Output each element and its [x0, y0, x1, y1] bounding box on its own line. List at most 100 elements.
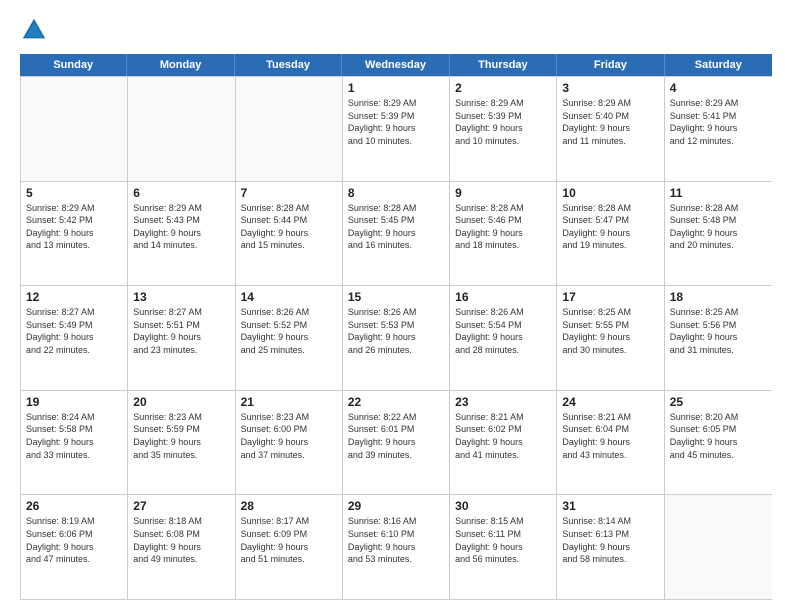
- day-number: 14: [241, 290, 337, 304]
- day-info: Sunrise: 8:18 AM Sunset: 6:08 PM Dayligh…: [133, 515, 229, 565]
- day-cell-15: 15Sunrise: 8:26 AM Sunset: 5:53 PM Dayli…: [343, 286, 450, 390]
- day-info: Sunrise: 8:14 AM Sunset: 6:13 PM Dayligh…: [562, 515, 658, 565]
- day-number: 9: [455, 186, 551, 200]
- day-number: 27: [133, 499, 229, 513]
- logo-icon: [20, 16, 48, 44]
- empty-cell: [236, 77, 343, 181]
- day-info: Sunrise: 8:20 AM Sunset: 6:05 PM Dayligh…: [670, 411, 767, 461]
- day-number: 3: [562, 81, 658, 95]
- day-cell-19: 19 Sunrise: 8:24 AM Sunset: 5:58 PM Dayli…: [21, 391, 128, 495]
- empty-cell: [128, 77, 235, 181]
- day-cell-21: 21Sunrise: 8:23 AM Sunset: 6:00 PM Dayli…: [236, 391, 343, 495]
- day-info: Sunrise: 8:25 AM Sunset: 5:56 PM Dayligh…: [670, 306, 767, 356]
- week-row-4: 19 Sunrise: 8:24 AM Sunset: 5:58 PM Dayli…: [21, 390, 772, 495]
- day-cell-7: 7Sunrise: 8:28 AM Sunset: 5:44 PM Daylig…: [236, 182, 343, 286]
- day-number: 25: [670, 395, 767, 409]
- day-cell-4: 4 Sunrise: 8:29 AM Sunset: 5:41 PM Daylig…: [665, 77, 772, 181]
- day-number: 23: [455, 395, 551, 409]
- day-cell-23: 23Sunrise: 8:21 AM Sunset: 6:02 PM Dayli…: [450, 391, 557, 495]
- day-info: Sunrise: 8:28 AM Sunset: 5:47 PM Dayligh…: [562, 202, 658, 252]
- day-info: Sunrise: 8:22 AM Sunset: 6:01 PM Dayligh…: [348, 411, 444, 461]
- day-info: Sunrise: 8:28 AM Sunset: 5:48 PM Dayligh…: [670, 202, 767, 252]
- day-cell-26: 26Sunrise: 8:19 AM Sunset: 6:06 PM Dayli…: [21, 495, 128, 599]
- page: SundayMondayTuesdayWednesdayThursdayFrid…: [0, 0, 792, 612]
- day-info: Sunrise: 8:28 AM Sunset: 5:46 PM Dayligh…: [455, 202, 551, 252]
- day-info: Sunrise: 8:24 AM Sunset: 5:58 PM Dayligh…: [26, 411, 122, 461]
- calendar-header-row: SundayMondayTuesdayWednesdayThursdayFrid…: [20, 54, 772, 76]
- day-info: Sunrise: 8:27 AM Sunset: 5:49 PM Dayligh…: [26, 306, 122, 356]
- day-cell-30: 30 Sunrise: 8:15 AM Sunset: 6:11 PM Dayli…: [450, 495, 557, 599]
- day-number: 31: [562, 499, 658, 513]
- day-cell-28: 28Sunrise: 8:17 AM Sunset: 6:09 PM Dayli…: [236, 495, 343, 599]
- day-info: Sunrise: 8:15 AM Sunset: 6:11 PM Dayligh…: [455, 515, 551, 565]
- weekday-header: Friday: [557, 54, 664, 76]
- day-info: Sunrise: 8:29 AM Sunset: 5:41 PM Dayligh…: [670, 97, 767, 147]
- day-info: Sunrise: 8:28 AM Sunset: 5:45 PM Dayligh…: [348, 202, 444, 252]
- day-number: 2: [455, 81, 551, 95]
- day-number: 30: [455, 499, 551, 513]
- day-number: 28: [241, 499, 337, 513]
- day-info: Sunrise: 8:27 AM Sunset: 5:51 PM Dayligh…: [133, 306, 229, 356]
- day-number: 15: [348, 290, 444, 304]
- day-number: 8: [348, 186, 444, 200]
- day-cell-1: 1 Sunrise: 8:29 AM Sunset: 5:39 PM Daylig…: [343, 77, 450, 181]
- day-cell-27: 27 Sunrise: 8:18 AM Sunset: 6:08 PM Dayli…: [128, 495, 235, 599]
- day-cell-14: 14 Sunrise: 8:26 AM Sunset: 5:52 PM Dayli…: [236, 286, 343, 390]
- day-number: 13: [133, 290, 229, 304]
- day-number: 26: [26, 499, 122, 513]
- day-cell-3: 3 Sunrise: 8:29 AM Sunset: 5:40 PM Daylig…: [557, 77, 664, 181]
- day-cell-11: 11Sunrise: 8:28 AM Sunset: 5:48 PM Dayli…: [665, 182, 772, 286]
- day-info: Sunrise: 8:26 AM Sunset: 5:52 PM Dayligh…: [241, 306, 337, 356]
- weekday-header: Monday: [127, 54, 234, 76]
- day-number: 1: [348, 81, 444, 95]
- day-cell-2: 2 Sunrise: 8:29 AM Sunset: 5:39 PM Daylig…: [450, 77, 557, 181]
- day-cell-20: 20 Sunrise: 8:23 AM Sunset: 5:59 PM Dayli…: [128, 391, 235, 495]
- day-info: Sunrise: 8:29 AM Sunset: 5:39 PM Dayligh…: [348, 97, 444, 147]
- day-number: 20: [133, 395, 229, 409]
- day-number: 5: [26, 186, 122, 200]
- day-cell-25: 25 Sunrise: 8:20 AM Sunset: 6:05 PM Dayli…: [665, 391, 772, 495]
- day-cell-5: 5Sunrise: 8:29 AM Sunset: 5:42 PM Daylig…: [21, 182, 128, 286]
- empty-cell: [665, 495, 772, 599]
- day-info: Sunrise: 8:16 AM Sunset: 6:10 PM Dayligh…: [348, 515, 444, 565]
- day-number: 7: [241, 186, 337, 200]
- day-number: 24: [562, 395, 658, 409]
- day-number: 12: [26, 290, 122, 304]
- week-row-2: 5Sunrise: 8:29 AM Sunset: 5:42 PM Daylig…: [21, 181, 772, 286]
- day-number: 17: [562, 290, 658, 304]
- day-cell-8: 8 Sunrise: 8:28 AM Sunset: 5:45 PM Daylig…: [343, 182, 450, 286]
- day-cell-17: 17Sunrise: 8:25 AM Sunset: 5:55 PM Dayli…: [557, 286, 664, 390]
- day-number: 6: [133, 186, 229, 200]
- week-row-5: 26Sunrise: 8:19 AM Sunset: 6:06 PM Dayli…: [21, 494, 772, 599]
- week-row-3: 12 Sunrise: 8:27 AM Sunset: 5:49 PM Dayli…: [21, 285, 772, 390]
- weekday-header: Thursday: [450, 54, 557, 76]
- weekday-header: Wednesday: [342, 54, 449, 76]
- empty-cell: [21, 77, 128, 181]
- day-info: Sunrise: 8:26 AM Sunset: 5:54 PM Dayligh…: [455, 306, 551, 356]
- day-number: 16: [455, 290, 551, 304]
- day-number: 22: [348, 395, 444, 409]
- day-cell-9: 9 Sunrise: 8:28 AM Sunset: 5:46 PM Daylig…: [450, 182, 557, 286]
- day-number: 4: [670, 81, 767, 95]
- day-number: 29: [348, 499, 444, 513]
- day-cell-13: 13 Sunrise: 8:27 AM Sunset: 5:51 PM Dayli…: [128, 286, 235, 390]
- weekday-header: Sunday: [20, 54, 127, 76]
- calendar-body: 1 Sunrise: 8:29 AM Sunset: 5:39 PM Daylig…: [20, 76, 772, 600]
- header: [20, 16, 772, 44]
- day-cell-18: 18 Sunrise: 8:25 AM Sunset: 5:56 PM Dayli…: [665, 286, 772, 390]
- day-info: Sunrise: 8:23 AM Sunset: 5:59 PM Dayligh…: [133, 411, 229, 461]
- day-info: Sunrise: 8:29 AM Sunset: 5:40 PM Dayligh…: [562, 97, 658, 147]
- day-cell-12: 12 Sunrise: 8:27 AM Sunset: 5:49 PM Dayli…: [21, 286, 128, 390]
- day-info: Sunrise: 8:29 AM Sunset: 5:43 PM Dayligh…: [133, 202, 229, 252]
- day-info: Sunrise: 8:29 AM Sunset: 5:39 PM Dayligh…: [455, 97, 551, 147]
- day-info: Sunrise: 8:21 AM Sunset: 6:04 PM Dayligh…: [562, 411, 658, 461]
- day-cell-31: 31 Sunrise: 8:14 AM Sunset: 6:13 PM Dayli…: [557, 495, 664, 599]
- day-cell-22: 22 Sunrise: 8:22 AM Sunset: 6:01 PM Dayli…: [343, 391, 450, 495]
- day-cell-29: 29 Sunrise: 8:16 AM Sunset: 6:10 PM Dayli…: [343, 495, 450, 599]
- day-cell-10: 10Sunrise: 8:28 AM Sunset: 5:47 PM Dayli…: [557, 182, 664, 286]
- day-cell-6: 6 Sunrise: 8:29 AM Sunset: 5:43 PM Daylig…: [128, 182, 235, 286]
- logo: [20, 16, 54, 44]
- day-number: 19: [26, 395, 122, 409]
- day-cell-16: 16 Sunrise: 8:26 AM Sunset: 5:54 PM Dayli…: [450, 286, 557, 390]
- day-number: 18: [670, 290, 767, 304]
